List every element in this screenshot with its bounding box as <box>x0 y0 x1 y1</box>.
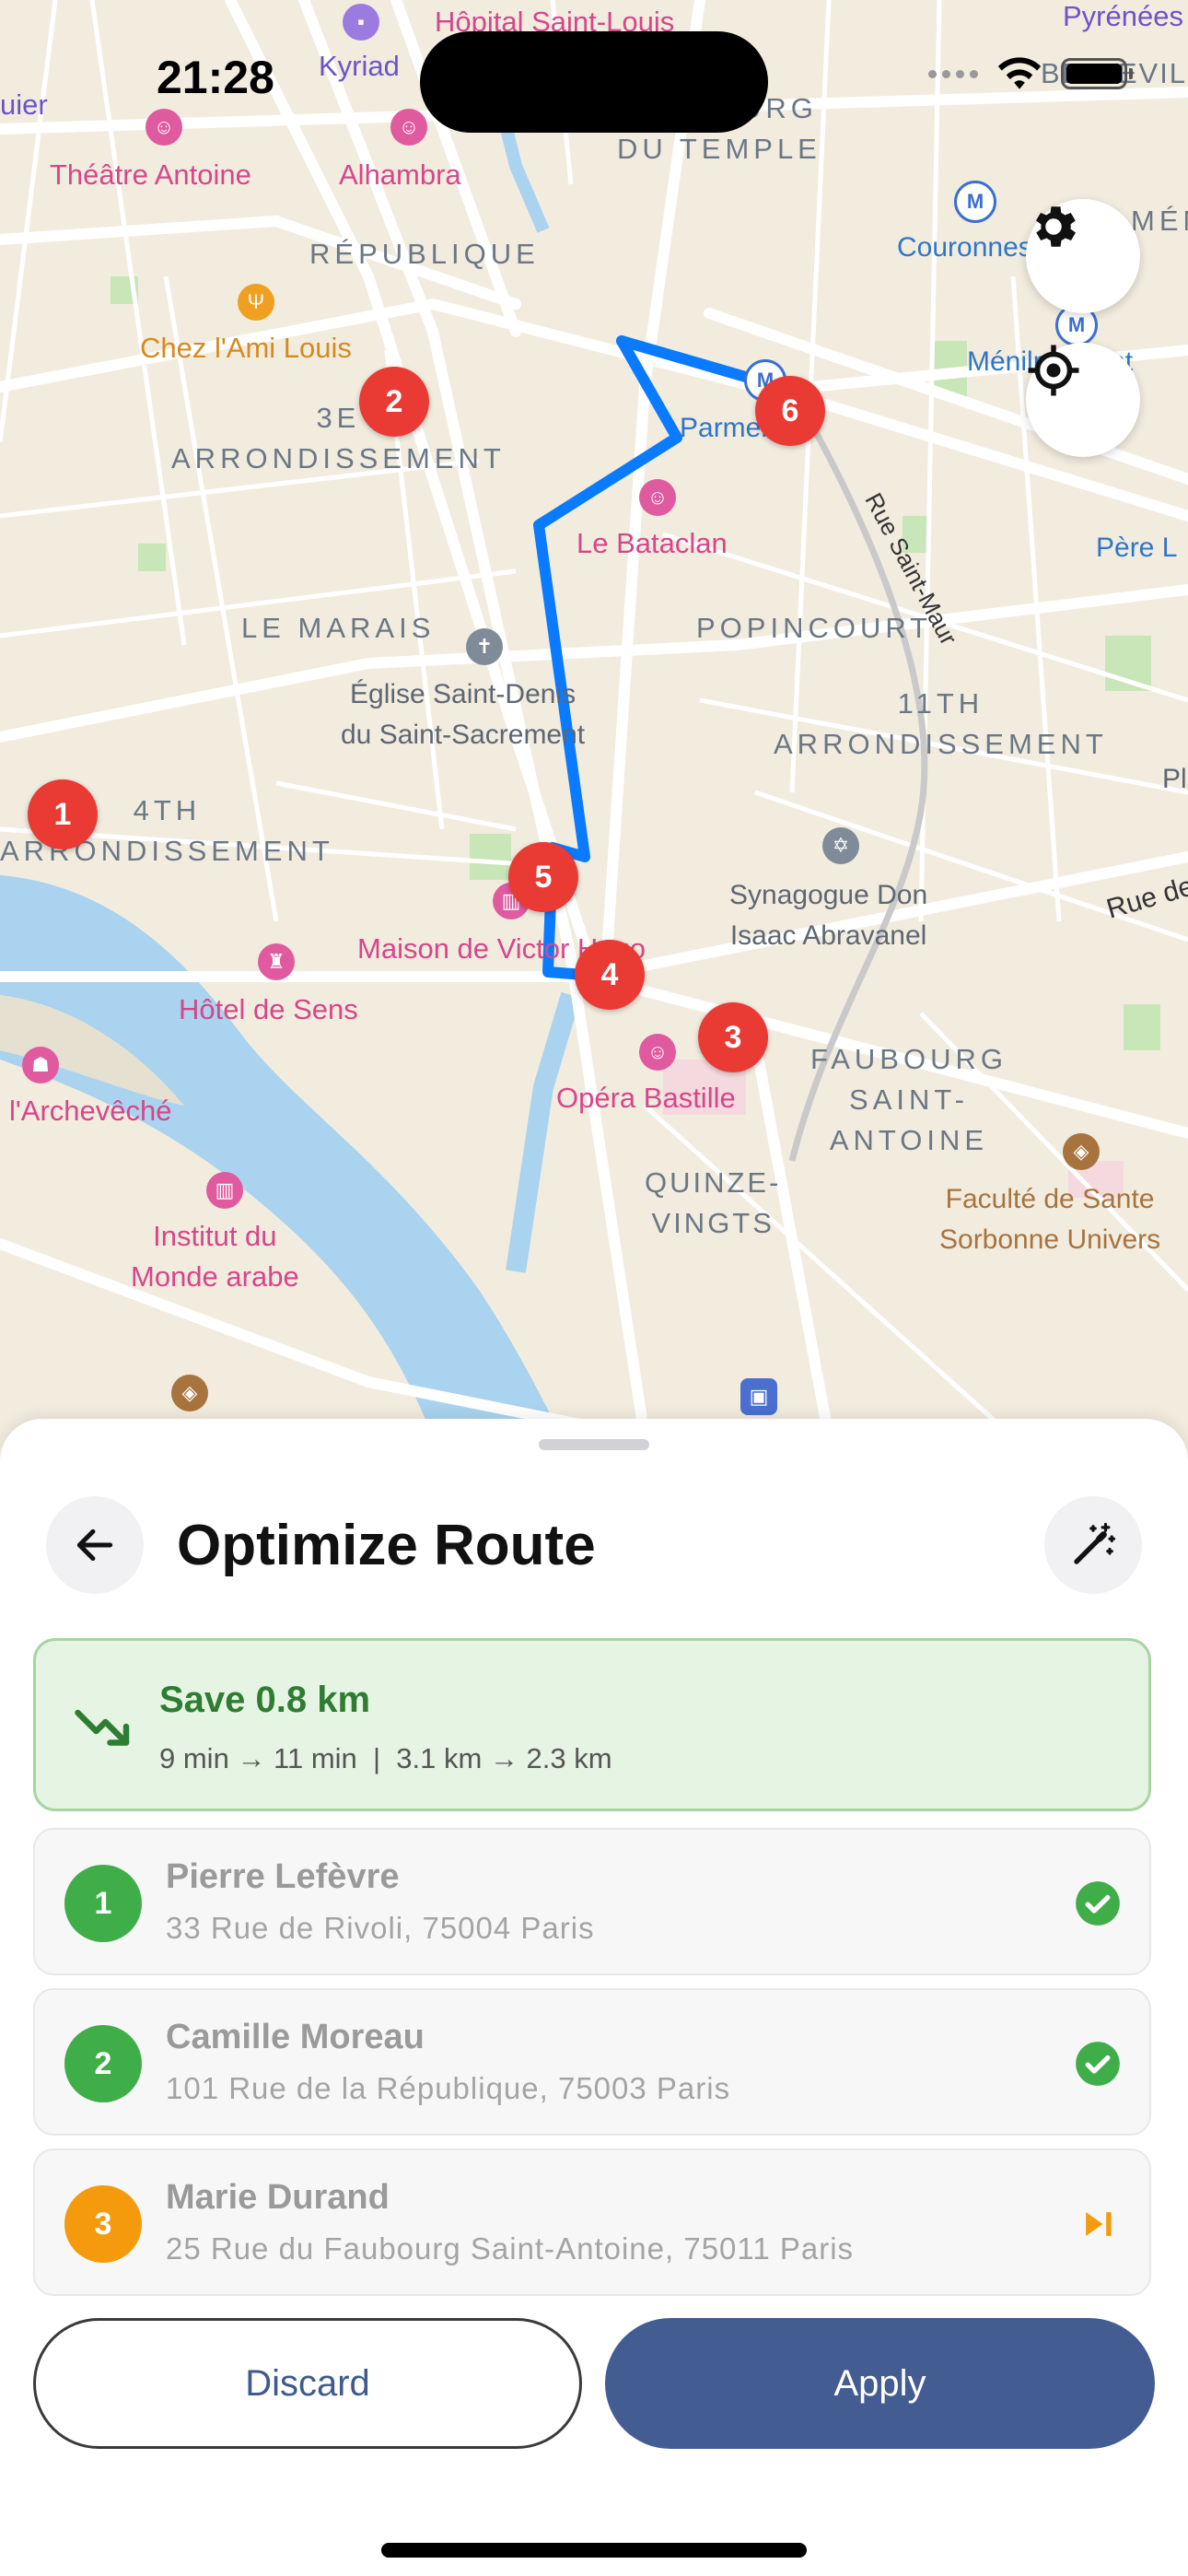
map-label-pere-lachaise[interactable]: Père L <box>1096 533 1177 564</box>
stop-number-badge: 1 <box>64 1865 142 1942</box>
map-label-11th-arrondissement: 11TH ARRONDISSEMENT <box>774 687 1108 760</box>
crosshair-icon <box>1028 345 1079 396</box>
page-title: Optimize Route <box>177 1514 596 1577</box>
map-label-couronnes[interactable]: Couronnes <box>897 232 1032 263</box>
status-icons <box>928 55 1133 92</box>
locate-button[interactable] <box>1026 343 1140 457</box>
train-station-icon[interactable]: ▣ <box>740 1378 777 1415</box>
university-icon[interactable]: ◈ <box>1063 1133 1100 1170</box>
stop-number-badge: 2 <box>64 2025 142 2102</box>
map-label-uier[interactable]: uier <box>0 88 48 122</box>
discard-button[interactable]: Discard <box>33 2318 582 2449</box>
map-label-pyrenees[interactable]: Pyrénées <box>1063 0 1183 33</box>
landmark-icon[interactable]: ♜ <box>258 943 295 980</box>
park-area <box>470 834 511 880</box>
stop-name: Pierre Lefèvre <box>166 1857 400 1896</box>
theater-icon[interactable]: ☺ <box>390 109 427 146</box>
map-label-institut-monde-arabe[interactable]: Institut du Monde arabe <box>131 1216 299 1297</box>
stop-number-badge: 3 <box>64 2185 142 2263</box>
check-circle-icon <box>1074 2040 1122 2088</box>
church-icon[interactable]: ✝ <box>466 628 503 665</box>
route-pin-6[interactable]: 6 <box>755 376 825 446</box>
route-pin-1[interactable]: 1 <box>28 779 98 849</box>
savings-title: Save 0.8 km <box>159 1680 371 1720</box>
check-circle-icon <box>1074 1879 1122 1927</box>
apply-button[interactable]: Apply <box>605 2318 1155 2449</box>
map-label-kyriad[interactable]: Kyriad <box>319 50 400 83</box>
map-label-pl[interactable]: Pl <box>1162 759 1187 800</box>
map-label-synagogue[interactable]: Synagogue Don Isaac Abravanel <box>729 875 927 956</box>
optimize-route-sheet: Optimize Route Save 0.8 km 9 min → 11 mi… <box>0 1419 1188 2576</box>
route-pin-4[interactable]: 4 <box>575 940 645 1010</box>
stop-name: Camille Moreau <box>166 2018 425 2056</box>
museum-icon[interactable]: ▥ <box>206 1172 243 1209</box>
arrow-left-icon <box>76 1528 113 1562</box>
battery-icon <box>1061 58 1133 89</box>
stop-address: 25 Rue du Faubourg Saint-Antoine, 75011 … <box>166 2231 855 2266</box>
stop-address: 101 Rue de la République, 75003 Paris <box>166 2071 731 2105</box>
stop-row-1[interactable]: 1 Pierre Lefèvre 33 Rue de Rivoli, 75004… <box>33 1828 1151 1975</box>
map-label-faubourg-saint-antoine: FAUBOURG SAINT- ANTOINE <box>810 1043 1007 1156</box>
stop-name: Marie Durand <box>166 2178 390 2217</box>
dynamic-island <box>420 31 768 133</box>
map-view[interactable]: ▪ ☺ ☺ Ψ ☺ ✝ ✡ ▥ ♜ ☺ ☗ ▥ ◈ ◈ ▣ M M M Hôpi… <box>0 0 1188 1437</box>
park-area <box>138 544 166 571</box>
stop-address: 33 Rue de Rivoli, 75004 Paris <box>166 1911 595 1945</box>
map-label-theatre-antoine[interactable]: Théâtre Antoine <box>50 158 251 192</box>
map-label-menilmontant-district: MÉN <box>1131 205 1188 237</box>
map-label-republique: RÉPUBLIQUE <box>309 238 540 270</box>
map-label-opera-bastille[interactable]: Opéra Bastille <box>556 1082 736 1115</box>
home-indicator[interactable] <box>381 2543 807 2558</box>
route-pin-2[interactable]: 2 <box>359 367 429 437</box>
map-label-3rd-arrondissement: 3E ARRONDISSEMENT <box>171 402 506 474</box>
settings-button[interactable] <box>1026 199 1140 313</box>
skip-next-icon <box>1074 2200 1122 2248</box>
metro-icon[interactable]: M <box>954 181 996 223</box>
university-icon[interactable]: ◈ <box>171 1375 208 1411</box>
route-pin-3[interactable]: 3 <box>698 1002 768 1072</box>
map-label-archeveche[interactable]: l'Archevêché <box>9 1095 172 1128</box>
restaurant-icon[interactable]: Ψ <box>238 284 274 321</box>
auto-optimize-button[interactable] <box>1044 1496 1142 1594</box>
map-label-le-marais: LE MARAIS <box>241 612 436 644</box>
savings-banner: Save 0.8 km 9 min → 11 min | 3.1 km → 2.… <box>33 1638 1151 1811</box>
hotel-icon[interactable]: ▪ <box>343 4 379 41</box>
sheet-grabber[interactable] <box>539 1439 649 1450</box>
theater-icon[interactable]: ☺ <box>639 1034 676 1071</box>
park-area <box>1124 1004 1160 1050</box>
map-label-quinze-vingts: QUINZE- VINGTS <box>645 1166 782 1239</box>
map-label-hotel-de-sens[interactable]: Hôtel de Sens <box>179 993 358 1026</box>
map-label-popincourt: POPINCOURT <box>696 612 933 644</box>
stop-row-3[interactable]: 3 Marie Durand 25 Rue du Faubourg Saint-… <box>33 2149 1151 2296</box>
back-button[interactable] <box>46 1496 144 1594</box>
map-label-chez-ami-louis[interactable]: Chez l'Ami Louis <box>140 332 352 365</box>
map-label-alhambra[interactable]: Alhambra <box>339 158 461 192</box>
map-label-faculte[interactable]: Faculté de Sante Sorbonne Univers <box>939 1179 1160 1260</box>
map-label-le-bataclan[interactable]: Le Bataclan <box>577 527 728 560</box>
magic-wand-icon <box>1074 1522 1116 1564</box>
gear-icon <box>1036 206 1076 247</box>
savings-detail: 9 min → 11 min | 3.1 km → 2.3 km <box>159 1742 612 1774</box>
status-time: 21:28 <box>157 52 274 103</box>
synagogue-icon[interactable]: ✡ <box>822 827 859 864</box>
trending-down-icon <box>75 1709 130 1746</box>
landmark-icon[interactable]: ☗ <box>22 1047 59 1083</box>
map-label-eglise[interactable]: Église Saint-Denis du Saint-Sacrement <box>341 674 585 755</box>
route-pin-5[interactable]: 5 <box>508 842 578 912</box>
theater-icon[interactable]: ☺ <box>639 479 676 516</box>
theater-icon[interactable]: ☺ <box>146 109 182 146</box>
wifi-icon <box>997 57 1042 89</box>
stop-row-2[interactable]: 2 Camille Moreau 101 Rue de la Républiqu… <box>33 1988 1151 2136</box>
cellular-icon <box>928 69 978 78</box>
